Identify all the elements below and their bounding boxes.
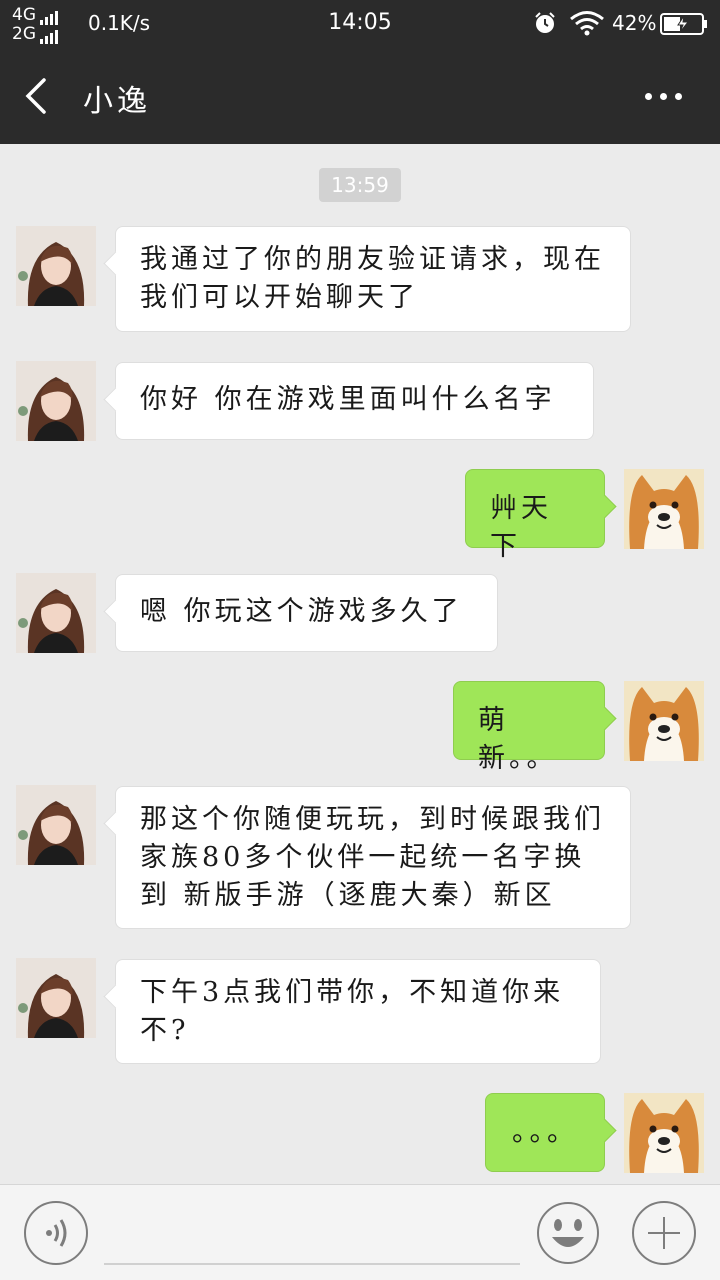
user-avatar[interactable] [624,681,704,761]
contact-avatar[interactable] [16,573,96,653]
plus-icon[interactable] [632,1201,696,1265]
voice-input-button[interactable] [24,1201,88,1265]
chat-title: 小逸 [83,84,151,119]
message-timestamp: 13:59 [319,168,401,202]
incoming-message-bubble[interactable]: 那这个你随便玩玩，到时候跟我们家族80多个伙伴一起统一名字换到 新版手游（逐鹿大… [115,786,631,929]
wifi-icon [570,11,604,36]
incoming-message-bubble[interactable]: 你好 你在游戏里面叫什么名字 [115,362,594,440]
outgoing-message-bubble[interactable]: 艸天下 [465,469,605,562]
battery-percent: 42% [612,11,657,35]
contact-avatar[interactable] [16,958,96,1038]
outgoing-message-bubble[interactable]: 。。。 [485,1093,605,1172]
contact-avatar[interactable] [16,361,96,441]
emoji-icon[interactable] [536,1201,600,1265]
status-bar: 4G 2G 0.1K/s 14:05 42% [0,0,720,48]
chevron-left-icon[interactable] [22,76,50,116]
voice-icon [46,1219,67,1247]
incoming-message-bubble[interactable]: 我通过了你的朋友验证请求，现在我们可以开始聊天了 [115,226,631,332]
user-avatar[interactable] [624,469,704,549]
more-dots-icon[interactable] [636,76,690,116]
message-input[interactable] [104,1263,520,1265]
chat-input-bar [0,1184,720,1280]
chat-header: 小逸 [0,48,720,144]
user-avatar[interactable] [624,1093,704,1173]
outgoing-message-bubble[interactable]: 萌新。。 [453,681,605,774]
contact-avatar[interactable] [16,785,96,865]
incoming-message-bubble[interactable]: 嗯 你玩这个游戏多久了 [115,574,498,652]
incoming-message-bubble[interactable]: 下午3点我们带你，不知道你来不? [115,959,601,1064]
alarm-icon [535,12,555,33]
battery-charging-icon [660,13,707,35]
contact-avatar[interactable] [16,226,96,306]
